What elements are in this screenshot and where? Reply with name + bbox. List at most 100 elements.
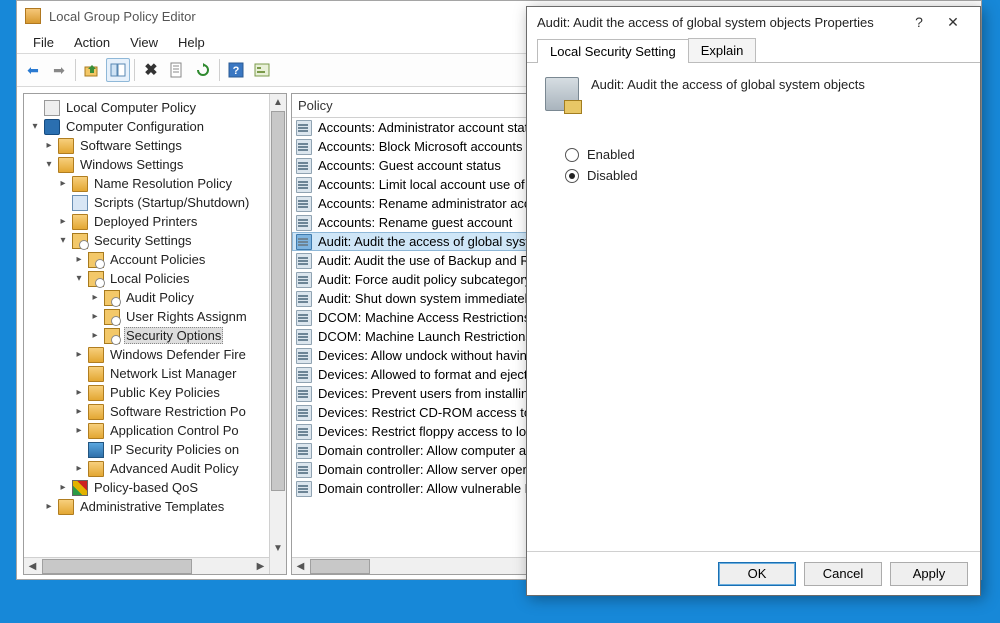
policy-item-label: Audit: Audit the use of Backup and Re	[318, 253, 537, 268]
tree-security-settings[interactable]: ▾Security Settings	[28, 231, 269, 250]
tree-panel: Local Computer Policy ▾Computer Configur…	[23, 93, 287, 575]
forward-button[interactable]: ➡	[47, 58, 71, 82]
tree-advanced-audit[interactable]: ▸Advanced Audit Policy	[28, 459, 269, 478]
policy-item-label: Accounts: Guest account status	[318, 158, 501, 173]
radio-disabled[interactable]: Disabled	[565, 168, 962, 183]
filter-button[interactable]	[250, 58, 274, 82]
tree-security-options[interactable]: ▸Security Options	[28, 326, 269, 345]
folder-icon	[88, 404, 104, 420]
tree-root[interactable]: Local Computer Policy	[28, 98, 269, 117]
tree-name-resolution[interactable]: ▸Name Resolution Policy	[28, 174, 269, 193]
server-icon	[545, 77, 579, 111]
tree-local-policies[interactable]: ▾Local Policies	[28, 269, 269, 288]
help-button[interactable]: ?	[224, 58, 248, 82]
tree-admin-templates[interactable]: ▸Administrative Templates	[28, 497, 269, 516]
folder-up-icon	[84, 62, 100, 78]
ok-button[interactable]: OK	[718, 562, 796, 586]
tree-user-rights[interactable]: ▸User Rights Assignm	[28, 307, 269, 326]
scroll-right-icon[interactable]: ▶	[252, 561, 269, 572]
menu-view[interactable]: View	[120, 33, 168, 52]
back-button[interactable]: ⬅	[21, 58, 45, 82]
tree-windows-settings[interactable]: ▾Windows Settings	[28, 155, 269, 174]
scroll-left-icon[interactable]: ◀	[292, 561, 309, 572]
tree-ipsec[interactable]: IP Security Policies on	[28, 440, 269, 459]
tree-computer-config[interactable]: ▾Computer Configuration	[28, 117, 269, 136]
policy-icon	[296, 424, 312, 440]
folder-icon	[104, 309, 120, 325]
policy-item-label: Domain controller: Allow computer ac	[318, 443, 533, 458]
folder-icon	[88, 252, 104, 268]
folder-icon	[88, 347, 104, 363]
security-icon	[72, 233, 88, 249]
policy-item-label: Accounts: Administrator account stat	[318, 120, 528, 135]
refresh-icon	[195, 62, 211, 78]
policy-icon	[296, 405, 312, 421]
shield-icon	[88, 442, 104, 458]
tree-defender-firewall[interactable]: ▸Windows Defender Fire	[28, 345, 269, 364]
scroll-down-icon[interactable]: ▼	[270, 540, 286, 557]
tree-hscrollbar[interactable]: ◀ ▶	[24, 557, 269, 574]
scroll-thumb[interactable]	[42, 559, 192, 574]
dialog-close-button[interactable]: ✕	[936, 14, 970, 31]
svg-text:?: ?	[233, 65, 240, 77]
dialog-body: Audit: Audit the access of global system…	[527, 63, 980, 551]
refresh-button[interactable]	[191, 58, 215, 82]
dialog-buttons: OK Cancel Apply	[527, 551, 980, 595]
toolbar-separator	[75, 59, 76, 81]
tree-vscrollbar[interactable]: ▲ ▼	[269, 94, 286, 574]
dialog-tabs: Local Security Setting Explain	[527, 37, 980, 63]
radio-enabled[interactable]: Enabled	[565, 147, 962, 162]
properties-icon	[169, 62, 185, 78]
scroll-left-icon[interactable]: ◀	[24, 561, 41, 572]
folder-icon	[88, 271, 104, 287]
tree-network-list[interactable]: Network List Manager	[28, 364, 269, 383]
dialog-help-button[interactable]: ?	[902, 14, 936, 30]
tree-account-policies[interactable]: ▸Account Policies	[28, 250, 269, 269]
script-icon	[72, 195, 88, 211]
policy-item-label: Audit: Audit the access of global syste	[318, 234, 536, 249]
tree-content[interactable]: Local Computer Policy ▾Computer Configur…	[24, 94, 269, 574]
tree-software-restriction[interactable]: ▸Software Restriction Po	[28, 402, 269, 421]
delete-button[interactable]: ✖	[139, 58, 163, 82]
policy-item-label: DCOM: Machine Access Restrictions in	[318, 310, 544, 325]
tree-pubkey-policies[interactable]: ▸Public Key Policies	[28, 383, 269, 402]
toolbar-separator	[219, 59, 220, 81]
scroll-thumb[interactable]	[310, 559, 370, 574]
show-hide-tree-button[interactable]	[106, 58, 130, 82]
policy-icon	[296, 139, 312, 155]
menu-action[interactable]: Action	[64, 33, 120, 52]
list-header-label: Policy	[298, 98, 333, 113]
qos-icon	[72, 480, 88, 496]
tree-qos[interactable]: ▸Policy-based QoS	[28, 478, 269, 497]
tree-scripts[interactable]: Scripts (Startup/Shutdown)	[28, 193, 269, 212]
cancel-button[interactable]: Cancel	[804, 562, 882, 586]
scroll-thumb[interactable]	[271, 111, 285, 491]
up-button[interactable]	[80, 58, 104, 82]
apply-button[interactable]: Apply	[890, 562, 968, 586]
dialog-titlebar[interactable]: Audit: Audit the access of global system…	[527, 7, 980, 37]
computer-icon	[44, 119, 60, 135]
window-title: Local Group Policy Editor	[49, 9, 196, 24]
properties-button[interactable]	[165, 58, 189, 82]
tree-deployed-printers[interactable]: ▸Deployed Printers	[28, 212, 269, 231]
policy-icon	[296, 272, 312, 288]
policy-item-label: Audit: Shut down system immediately	[318, 291, 534, 306]
policy-icon	[296, 462, 312, 478]
dialog-policy-name: Audit: Audit the access of global system…	[591, 77, 865, 92]
policy-item-label: Accounts: Rename administrator acco	[318, 196, 538, 211]
folder-icon	[88, 423, 104, 439]
policy-item-label: Devices: Allowed to format and eject r	[318, 367, 536, 382]
folder-icon	[72, 176, 88, 192]
tab-local-security-setting[interactable]: Local Security Setting	[537, 39, 689, 63]
menu-help[interactable]: Help	[168, 33, 215, 52]
tab-explain[interactable]: Explain	[688, 38, 757, 62]
tree-audit-policy[interactable]: ▸Audit Policy	[28, 288, 269, 307]
menu-file[interactable]: File	[23, 33, 64, 52]
policy-item-label: Accounts: Limit local account use of b	[318, 177, 536, 192]
properties-dialog: Audit: Audit the access of global system…	[526, 6, 981, 596]
tree-software-settings[interactable]: ▸Software Settings	[28, 136, 269, 155]
policy-icon	[296, 291, 312, 307]
radio-icon	[565, 148, 579, 162]
tree-application-control[interactable]: ▸Application Control Po	[28, 421, 269, 440]
scroll-up-icon[interactable]: ▲	[270, 94, 286, 111]
